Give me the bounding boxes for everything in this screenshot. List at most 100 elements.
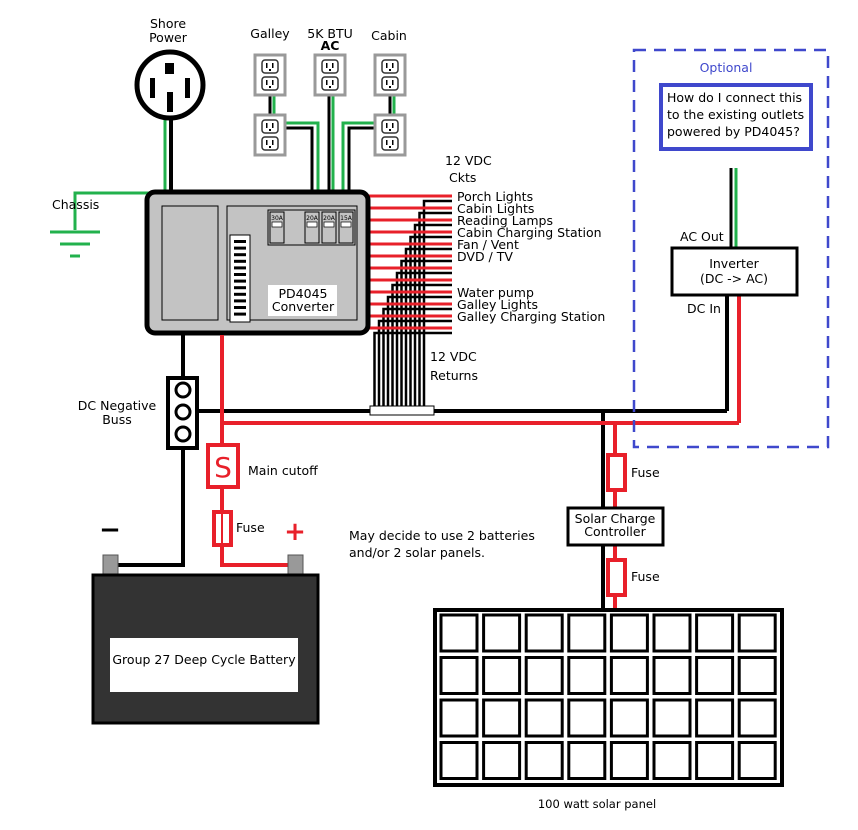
solar-cell bbox=[567, 741, 607, 780]
note-line-2: and/or 2 solar panels. bbox=[349, 545, 485, 560]
solar-cell bbox=[524, 741, 564, 780]
solar-panel bbox=[433, 608, 784, 787]
circuit-wires: Porch LightsCabin LightsReading LampsCab… bbox=[368, 189, 605, 410]
dc-negative-buss bbox=[166, 376, 199, 450]
breakers: 30A 20A 20A 15A bbox=[269, 211, 354, 244]
solar-cell bbox=[524, 698, 564, 738]
outlet bbox=[373, 53, 407, 97]
bus-terminal bbox=[234, 299, 246, 303]
solar-fuse-label-2: Fuse bbox=[631, 569, 660, 584]
solar-cell bbox=[695, 698, 735, 738]
solar-panel-label: 100 watt solar panel bbox=[538, 797, 656, 811]
ground-symbol bbox=[50, 230, 100, 258]
shore-power-label-2: Power bbox=[149, 30, 188, 45]
question-line-3: powered by PD4045? bbox=[667, 124, 800, 139]
ac-out-label: AC Out bbox=[680, 229, 724, 244]
battery-fuse bbox=[212, 510, 233, 547]
question-line-2: to the existing outlets bbox=[667, 107, 804, 122]
solar-cell bbox=[439, 741, 479, 780]
solar-cell bbox=[439, 613, 479, 653]
return-wire bbox=[409, 235, 452, 410]
solar-fuse-label-1: Fuse bbox=[631, 465, 660, 480]
note-line-1: May decide to use 2 batteries bbox=[349, 528, 535, 543]
question-line-1: How do I connect this bbox=[667, 90, 802, 105]
solar-cell bbox=[567, 613, 607, 653]
breaker-handle bbox=[271, 221, 283, 228]
outlet bbox=[253, 53, 287, 97]
solar-cell bbox=[609, 613, 649, 653]
breaker-rating: 15A bbox=[340, 215, 353, 222]
bus-terminal bbox=[234, 292, 246, 296]
bus-terminal bbox=[234, 266, 246, 270]
solar-controller-label-2: Controller bbox=[584, 524, 646, 539]
return-wire bbox=[400, 259, 452, 410]
solar-cell bbox=[652, 741, 692, 780]
outlet bbox=[373, 113, 407, 157]
main-cutoff-symbol: S bbox=[214, 451, 232, 484]
bus-terminal bbox=[234, 273, 246, 276]
outlet bbox=[253, 113, 287, 157]
breaker-rating: 20A bbox=[323, 215, 336, 222]
solar-cell bbox=[609, 698, 649, 738]
bus-terminal bbox=[234, 279, 246, 283]
wiring-diagram: Chassis Shore Power Galley 5K BTU AC Cab… bbox=[50, 16, 830, 811]
circuit-label: DVD / TV bbox=[457, 249, 513, 264]
breaker-handle bbox=[323, 221, 335, 228]
solar-cell bbox=[567, 656, 607, 695]
solar-cell bbox=[609, 741, 649, 780]
main-cutoff-label: Main cutoff bbox=[248, 463, 318, 478]
breaker-handle bbox=[340, 221, 352, 228]
solar-cell bbox=[524, 656, 564, 695]
ckts-label-1: 12 VDC bbox=[445, 153, 492, 168]
bus-terminal bbox=[234, 312, 246, 316]
solar-cell bbox=[652, 613, 692, 653]
battery-label: Group 27 Deep Cycle Battery bbox=[112, 652, 296, 667]
solar-cell bbox=[737, 741, 777, 780]
solar-cell bbox=[482, 741, 522, 780]
shore-power-label-1: Shore bbox=[150, 16, 186, 31]
converter-label-2: Converter bbox=[272, 299, 335, 314]
solar-cell bbox=[695, 656, 735, 695]
solar-cell bbox=[652, 698, 692, 738]
solar-cell bbox=[737, 613, 777, 653]
dc-negative-label-1: DC Negative bbox=[78, 398, 157, 413]
returns-label-1: 12 VDC bbox=[430, 349, 477, 364]
negative-sign: − bbox=[99, 515, 121, 545]
bus-terminal bbox=[234, 240, 246, 243]
dc-negative-label-2: Buss bbox=[102, 412, 132, 427]
solar-cell bbox=[737, 656, 777, 695]
bus-terminal bbox=[234, 306, 246, 309]
solar-cell bbox=[695, 613, 735, 653]
shore-power-receptacle bbox=[134, 49, 206, 121]
dc-in-label: DC In bbox=[687, 301, 721, 316]
cabin-label: Cabin bbox=[371, 28, 407, 43]
ac-label-2: AC bbox=[321, 38, 340, 53]
returns-label-2: Returns bbox=[430, 368, 478, 383]
inverter-label-1: Inverter bbox=[709, 256, 759, 271]
outlet bbox=[313, 53, 347, 97]
galley-label: Galley bbox=[250, 26, 290, 41]
solar-cell bbox=[439, 698, 479, 738]
circuit-label: Galley Charging Station bbox=[457, 309, 605, 324]
solar-cell bbox=[695, 741, 735, 780]
solar-cell bbox=[609, 656, 649, 695]
solar-cell bbox=[482, 656, 522, 695]
bus-terminal bbox=[234, 253, 246, 257]
breaker-handle bbox=[306, 221, 318, 228]
returns-bus-connector bbox=[369, 405, 435, 416]
solar-cell bbox=[482, 698, 522, 738]
positive-sign: + bbox=[284, 517, 306, 547]
chassis-label: Chassis bbox=[52, 197, 99, 212]
ckts-label-2: Ckts bbox=[449, 170, 476, 185]
battery-fuse-label: Fuse bbox=[236, 520, 265, 535]
bus-terminal bbox=[234, 286, 246, 290]
inverter-label-2: (DC -> AC) bbox=[700, 271, 768, 286]
solar-cell bbox=[652, 656, 692, 695]
bus-terminal bbox=[234, 246, 246, 250]
solar-cell bbox=[524, 613, 564, 653]
breaker-rating: 20A bbox=[306, 215, 319, 222]
breaker-rating: 30A bbox=[271, 215, 284, 222]
solar-cell bbox=[567, 698, 607, 738]
solar-cell bbox=[482, 613, 522, 653]
solar-cell bbox=[439, 656, 479, 695]
